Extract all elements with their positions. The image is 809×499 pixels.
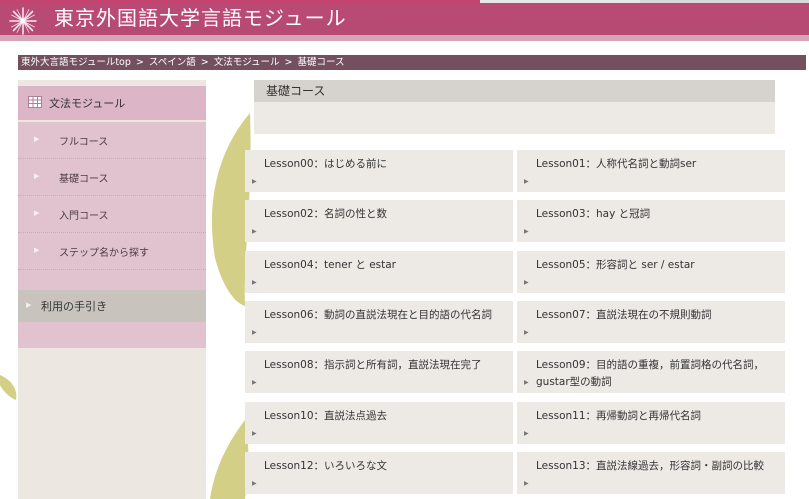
sidebar-item-label: ステップ名から探す (59, 248, 149, 259)
triangle-right-icon: ▶ (34, 246, 40, 254)
lesson-item[interactable]: Lesson00：はじめる前に ▶ (245, 150, 513, 192)
sidebar-heading-label: 文法モジュール (49, 97, 126, 110)
lesson-item[interactable]: Lesson02：名詞の性と数 ▶ (245, 200, 513, 242)
triangle-right-icon: ▶ (252, 430, 257, 437)
lesson-label: Lesson03：hay と冠詞 (536, 208, 651, 220)
triangle-right-icon: ▶ (252, 228, 257, 235)
lesson-label: Lesson05：形容詞と ser / estar (536, 259, 695, 271)
sidebar-item-intro-course[interactable]: ▶ 入門コース (18, 196, 206, 233)
lesson-item[interactable]: Lesson12：いろいろな文 ▶ (245, 452, 513, 494)
lesson-item[interactable]: Lesson06：動詞の直説法現在と目的語の代名詞 ▶ (245, 301, 513, 343)
sidebar-item-label: 基礎コース (59, 174, 109, 185)
lesson-label: Lesson06：動詞の直説法現在と目的語の代名詞 (264, 309, 493, 321)
lesson-label: Lesson09：目的語の重複，前置詞格の代名詞，gustar型の動詞 (536, 359, 765, 388)
lesson-label: Lesson02：名詞の性と数 (264, 208, 388, 220)
breadcrumb-separator: > (284, 57, 293, 68)
sidebar-item-label: 入門コース (59, 211, 109, 222)
lesson-item[interactable]: Lesson05：形容詞と ser / estar ▶ (517, 251, 785, 293)
sidebar-item-label: 利用の手引き (41, 300, 107, 313)
breadcrumb: 東外大言語モジュールtop > スペイン語 > 文法モジュール > 基礎コース (18, 55, 806, 70)
sidebar-item-search-by-step[interactable]: ▶ ステップ名から探す (18, 233, 206, 270)
triangle-right-icon: ▶ (34, 135, 40, 143)
breadcrumb-link-grammar[interactable]: 文法モジュール (214, 57, 280, 68)
lesson-label: Lesson00：はじめる前に (264, 158, 388, 170)
decorative-leaf-small (0, 375, 17, 400)
triangle-right-icon: ▶ (252, 329, 257, 336)
section-title: 基礎コース (254, 80, 775, 102)
lesson-label: Lesson08：指示詞と所有詞，直説法現在完了 (264, 359, 482, 371)
lesson-item[interactable]: Lesson09：目的語の重複，前置詞格の代名詞，gustar型の動詞 ▶ (517, 351, 785, 393)
triangle-right-icon: ▶ (26, 301, 32, 309)
sidebar-item-user-guide[interactable]: ▶ 利用の手引き (18, 290, 206, 322)
section-panel: 基礎コース (254, 80, 775, 134)
triangle-right-icon: ▶ (524, 279, 529, 286)
triangle-right-icon: ▶ (524, 430, 529, 437)
triangle-right-icon: ▶ (252, 279, 257, 286)
lesson-item[interactable]: Lesson03：hay と冠詞 ▶ (517, 200, 785, 242)
triangle-right-icon: ▶ (252, 379, 257, 386)
breadcrumb-link-top[interactable]: 東外大言語モジュールtop (21, 57, 131, 68)
triangle-right-icon: ▶ (252, 480, 257, 487)
lesson-item[interactable]: Lesson04：tener と estar ▶ (245, 251, 513, 293)
sparkle-logo-icon (9, 7, 37, 35)
breadcrumb-separator: > (200, 57, 209, 68)
site-title[interactable]: 東京外国語大学言語モジュール (54, 4, 347, 32)
header-strip (0, 35, 809, 41)
lesson-item[interactable]: Lesson08：指示詞と所有詞，直説法現在完了 ▶ (245, 351, 513, 393)
lesson-label: Lesson12：いろいろな文 (264, 460, 388, 472)
lesson-item[interactable]: Lesson01：人称代名詞と動詞ser ▶ (517, 150, 785, 192)
table-grid-icon (28, 96, 42, 108)
triangle-right-icon: ▶ (524, 329, 529, 336)
lesson-item[interactable]: Lesson11：再帰動詞と再帰代名詞 ▶ (517, 402, 785, 444)
triangle-right-icon: ▶ (34, 172, 40, 180)
triangle-right-icon: ▶ (34, 209, 40, 217)
sidebar: 文法モジュール ▶ フルコース ▶ 基礎コース ▶ 入門コース ▶ ステップ名か… (18, 80, 206, 499)
breadcrumb-current: 基礎コース (297, 57, 345, 68)
lesson-label: Lesson10：直説法点過去 (264, 410, 388, 422)
sidebar-item-full-course[interactable]: ▶ フルコース (18, 122, 206, 159)
lesson-label: Lesson01：人称代名詞と動詞ser (536, 158, 697, 170)
triangle-right-icon: ▶ (524, 228, 529, 235)
triangle-right-icon: ▶ (524, 480, 529, 487)
lesson-label: Lesson13：直説法線過去，形容詞・副詞の比較 (536, 460, 765, 472)
lesson-item[interactable]: Lesson10：直説法点過去 ▶ (245, 402, 513, 444)
lesson-label: Lesson11：再帰動詞と再帰代名詞 (536, 410, 702, 422)
decorative-leaf-bottom (210, 420, 249, 499)
sidebar-heading: 文法モジュール (18, 86, 206, 120)
lesson-item[interactable]: Lesson13：直説法線過去，形容詞・副詞の比較 ▶ (517, 452, 785, 494)
sidebar-item-basic-course[interactable]: ▶ 基礎コース (18, 159, 206, 196)
triangle-right-icon: ▶ (524, 379, 529, 386)
lesson-label: Lesson04：tener と estar (264, 259, 396, 271)
triangle-right-icon: ▶ (524, 178, 529, 185)
sidebar-item-label: フルコース (59, 137, 109, 148)
breadcrumb-link-spanish[interactable]: スペイン語 (149, 57, 196, 68)
breadcrumb-separator: > (135, 57, 144, 68)
top-edge-line-2 (640, 0, 809, 3)
lesson-item[interactable]: Lesson07：直説法現在の不規則動詞 ▶ (517, 301, 785, 343)
triangle-right-icon: ▶ (252, 178, 257, 185)
lesson-label: Lesson07：直説法現在の不規則動詞 (536, 309, 712, 321)
site-header: 東京外国語大学言語モジュール (0, 0, 809, 35)
